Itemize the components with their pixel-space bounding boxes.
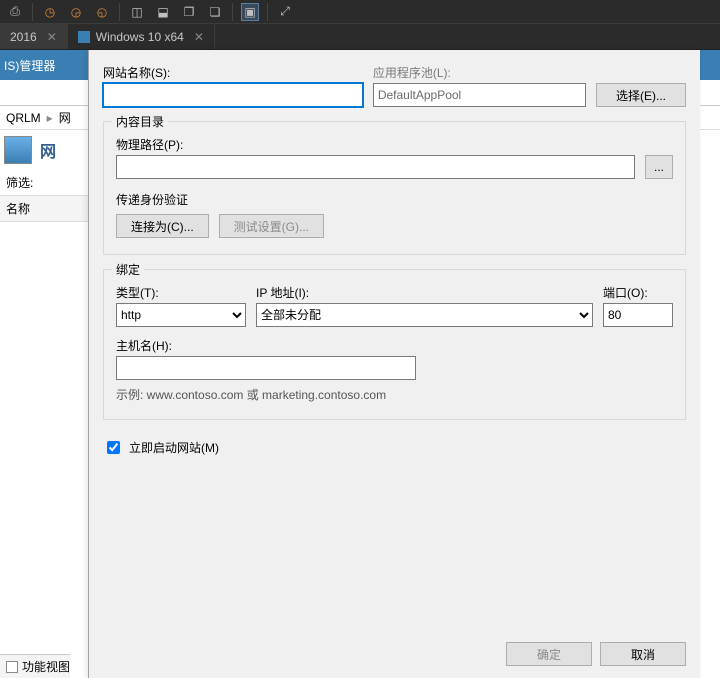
start-now-input[interactable] (107, 441, 120, 454)
hostname-label: 主机名(H): (116, 337, 673, 354)
type-label: 类型(T): (116, 284, 246, 301)
browse-path-button[interactable]: ... (645, 155, 673, 179)
hostname-hint: 示例: www.contoso.com 或 marketing.contoso.… (116, 386, 673, 403)
console-icon[interactable]: ▣ (241, 3, 259, 21)
clock1-icon[interactable]: ◷ (41, 3, 59, 21)
connect-as-button[interactable]: 连接为(C)... (116, 214, 209, 238)
test-settings-button: 测试设置(G)... (219, 214, 324, 238)
physical-path-label: 物理路径(P): (116, 136, 673, 153)
sites-icon (4, 136, 32, 164)
vmware-toolbar: ⎙ ◷ ◶ ◵ ◫ ⬓ ❐ ❏ ▣ ⤢ (0, 0, 720, 24)
layout4-icon[interactable]: ❏ (206, 3, 224, 21)
fullscreen-icon[interactable]: ⤢ (276, 3, 294, 21)
vm-tab-win10[interactable]: Windows 10 x64 ✕ (68, 24, 215, 49)
view-icon (6, 661, 18, 673)
iis-footer: 功能视图 (0, 654, 70, 678)
cancel-button[interactable]: 取消 (600, 642, 686, 666)
type-select[interactable]: http (116, 303, 246, 327)
sites-heading: 网 (0, 130, 100, 170)
layout2-icon[interactable]: ⬓ (154, 3, 172, 21)
sitename-label: 网站名称(S): (103, 64, 363, 81)
layout1-icon[interactable]: ◫ (128, 3, 146, 21)
view-label[interactable]: 功能视图 (22, 658, 70, 675)
filter-label: 筛选: (0, 170, 100, 195)
ok-button: 确定 (506, 642, 592, 666)
port-label: 端口(O): (603, 284, 673, 301)
ip-select[interactable]: 全部未分配 (256, 303, 593, 327)
add-website-dialog: 网站名称(S): 应用程序池(L): 选择(E)... 内容目录 物理路径(P)… (88, 50, 700, 678)
printer-icon[interactable]: ⎙ (6, 3, 24, 21)
apppool-input (373, 83, 586, 107)
chevron-right-icon: ▸ (47, 111, 53, 125)
physical-path-input[interactable] (116, 155, 635, 179)
close-icon[interactable]: ✕ (194, 30, 204, 44)
port-input[interactable] (603, 303, 673, 327)
start-now-checkbox[interactable]: 立即启动网站(M) (103, 438, 686, 457)
clock2-icon[interactable]: ◶ (67, 3, 85, 21)
binding-group: 绑定 类型(T): http IP 地址(I): 全部未分配 端口(O): (103, 269, 686, 420)
vmware-tabbar: 2016 ✕ Windows 10 x64 ✕ (0, 24, 720, 50)
windows-icon (78, 31, 90, 43)
tab-label: Windows 10 x64 (96, 30, 184, 44)
group-title: 绑定 (112, 261, 144, 278)
close-icon[interactable]: ✕ (47, 30, 57, 44)
sitename-input[interactable] (103, 83, 363, 107)
column-header-name[interactable]: 名称 (0, 195, 100, 222)
hostname-input[interactable] (116, 356, 416, 380)
clock3-icon[interactable]: ◵ (93, 3, 111, 21)
apppool-label: 应用程序池(L): (373, 64, 586, 81)
group-title: 内容目录 (112, 113, 168, 130)
content-directory-group: 内容目录 物理路径(P): ... 传递身份验证 连接为(C)... 测试设置(… (103, 121, 686, 255)
vm-tab-2016[interactable]: 2016 ✕ (0, 24, 68, 49)
ip-label: IP 地址(I): (256, 284, 593, 301)
passthrough-label: 传递身份验证 (116, 191, 673, 208)
layout3-icon[interactable]: ❐ (180, 3, 198, 21)
select-apppool-button[interactable]: 选择(E)... (596, 83, 686, 107)
tab-label: 2016 (10, 30, 37, 44)
